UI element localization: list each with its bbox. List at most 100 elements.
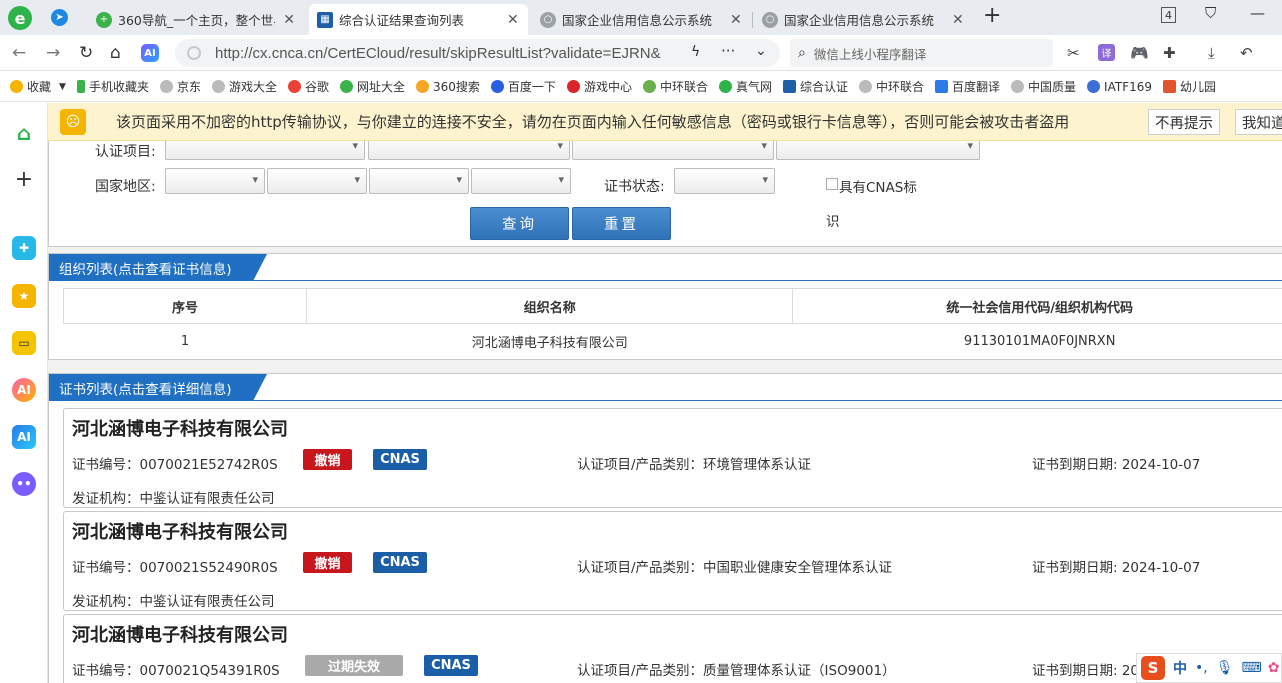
bookmark-item[interactable]: 网址大全 [340,78,405,95]
translate-icon[interactable]: 译 [1098,44,1115,61]
ime-punct[interactable]: •, [1195,660,1208,676]
bookmark-item[interactable]: 百度翻译 [935,78,1000,95]
bookmark-item[interactable]: 中环联合 [642,78,708,95]
chat-bot-icon[interactable]: •• [12,472,36,496]
reload-icon[interactable]: ↻ [79,43,93,63]
url-text[interactable]: http://cx.cnca.cn/CertECloud/result/skip… [215,45,661,62]
plus-app-icon[interactable]: ✚ [12,236,36,260]
cert-issuer: 发证机构：中鉴认证有限责任公司 [72,594,275,610]
tab-title: 国家企业信用信息公示系统 [562,13,713,28]
browser-window: e ➤ + 360导航_一个主页，整个世界 ✕ ▦ 综合认证结果查询列表 ✕ ○… [0,0,1282,683]
robot-icon[interactable]: ▭ [12,331,36,355]
undo-icon[interactable]: ↶ [1240,44,1253,62]
bookmark-item[interactable]: 百度一下 [490,78,556,95]
bookmark-item[interactable]: 游戏大全 [211,78,277,95]
scissors-icon[interactable]: ✂ [1067,44,1080,62]
tab-title: 综合认证结果查询列表 [339,13,465,28]
cert-expiry: 证书到期日期: 20 [1032,663,1140,679]
bookmark-label: IATF169 [1104,79,1152,94]
chevron-down-icon[interactable]: ⌄ [755,43,767,59]
bookmark-item[interactable]: 360搜索 [416,78,480,95]
bookmark-item[interactable]: 幼儿园 [1163,78,1216,95]
cert-item-select-4[interactable] [776,141,980,160]
ai-assistant-icon[interactable]: AI [12,378,36,402]
cert-card[interactable]: 河北涵博电子科技有限公司 证书编号：0070021Q54391R0S 过期失效 … [63,614,1282,683]
tab-gsxt-2[interactable]: ○ 国家企业信用信息公示系统 ✕ [754,4,973,35]
bookmark-item[interactable]: 游戏中心 [566,78,632,95]
new-tab-button[interactable]: + [983,3,1001,28]
ai-icon[interactable]: AI [141,44,159,62]
close-icon[interactable]: ✕ [730,12,742,28]
browser-sidebar: ⌂ + ✚ ★ ▭ AI AI •• [0,103,48,683]
bookmark-label: 谷歌 [304,80,329,94]
tab-cert-results[interactable]: ▦ 综合认证结果查询列表 ✕ [309,4,528,35]
bookmark-item[interactable]: 谷歌 [287,78,329,95]
game-icon[interactable]: 🎮 [1130,44,1149,62]
cert-item-select-1[interactable] [165,141,365,160]
close-icon[interactable]: ✕ [952,12,964,28]
cert-item-select-2[interactable] [368,141,570,160]
cert-card[interactable]: 河北涵博电子科技有限公司 证书编号：0070021E52742R0S 撤销 CN… [63,408,1282,508]
cert-list-title: 证书列表(点击查看详细信息) [49,374,267,401]
more-icon[interactable]: ··· [721,42,735,60]
bookmark-item[interactable]: 真气网 [718,78,772,95]
skin-icon[interactable]: ✿ [1268,660,1280,676]
address-bar[interactable]: http://cx.cnca.cn/CertECloud/result/skip… [175,39,780,67]
ai-icon[interactable]: AI [12,425,36,449]
region-select-3[interactable] [369,168,469,194]
forward-icon[interactable]: → [46,43,60,63]
bookmark-favorites[interactable]: 收藏 ▼ [10,78,66,95]
keyboard-icon[interactable]: ⌨ [1242,660,1262,676]
bookmark-item[interactable]: 中环联合 [859,78,924,95]
acknowledge-button[interactable]: 我知道 [1235,109,1282,135]
query-button[interactable]: 查询 [470,207,569,240]
sogou-logo-icon[interactable]: S [1141,656,1165,680]
cert-card[interactable]: 河北涵博电子科技有限公司 证书编号：0070021S52490R0S 撤销 CN… [63,511,1282,611]
close-icon[interactable]: ✕ [507,12,519,28]
send-icon[interactable]: ➤ [51,9,68,26]
ime-lang[interactable]: 中 [1173,658,1187,678]
minimize-icon[interactable]: — [1250,4,1265,22]
section-header: 组织列表(点击查看证书信息) [49,254,1282,281]
download-icon[interactable]: ⤓ [1208,44,1215,62]
ime-toolbar[interactable]: S 中 •, 🎙 ⌨ ✿ [1136,653,1282,683]
bookmark-label: 百度翻译 [952,80,1001,94]
bookmark-item[interactable]: 手机收藏夹 [76,78,149,95]
insecure-icon[interactable] [187,46,201,60]
extensions-icon[interactable]: ✚ [1163,44,1176,62]
bookmark-item[interactable]: 中国质量 [1011,78,1076,95]
home-icon[interactable]: ⌂ [12,121,36,145]
region-select-4[interactable] [471,168,571,194]
cert-list-section: 证书列表(点击查看详细信息) 河北涵博电子科技有限公司 证书编号：0070021… [48,373,1282,683]
chevron-down-icon[interactable]: ▼ [59,82,66,92]
search-box[interactable]: ⌕ 微信上线小程序翻译 [790,39,1053,67]
tab-count-badge[interactable]: 4 [1161,7,1176,23]
browser-logo-icon[interactable]: e [8,6,32,30]
home-icon[interactable]: ⌂ [110,43,121,63]
dismiss-warning-button[interactable]: 不再提示 [1148,109,1220,135]
cnas-label-cont: 识 [826,214,840,230]
tab-360[interactable]: + 360导航_一个主页，整个世界 ✕ [88,4,303,35]
add-icon[interactable]: + [12,167,36,192]
flash-icon[interactable]: ϟ [691,44,700,60]
back-icon[interactable]: ← [12,43,26,63]
bookmark-item[interactable]: 综合认证 [782,78,848,95]
region-select-2[interactable] [267,168,367,194]
favorites-star-icon[interactable]: ★ [12,284,36,308]
microphone-icon[interactable]: 🎙 [1216,660,1234,676]
close-icon[interactable]: ✕ [283,12,295,28]
table-row[interactable]: 1 河北涵博电子科技有限公司 91130101MA0F0JNRXN [64,324,1282,359]
cert-item-select-3[interactable] [572,141,774,160]
bookmark-item[interactable]: 京东 [159,78,201,95]
bookmark-item[interactable]: IATF169 [1087,80,1152,94]
cert-number: 证书编号：0070021E52742R0S [72,457,278,473]
reset-button[interactable]: 重置 [572,207,671,240]
shirt-icon[interactable]: ⛉ [1205,4,1216,22]
status-select[interactable] [674,168,775,194]
row-org-name[interactable]: 河北涵博电子科技有限公司 [307,324,793,359]
bookmark-label: 京东 [176,80,201,94]
tab-gsxt-1[interactable]: ○ 国家企业信用信息公示系统 ✕ [532,4,751,35]
cnas-checkbox[interactable] [826,178,838,190]
google-icon [287,80,301,93]
region-select-1[interactable] [165,168,265,194]
